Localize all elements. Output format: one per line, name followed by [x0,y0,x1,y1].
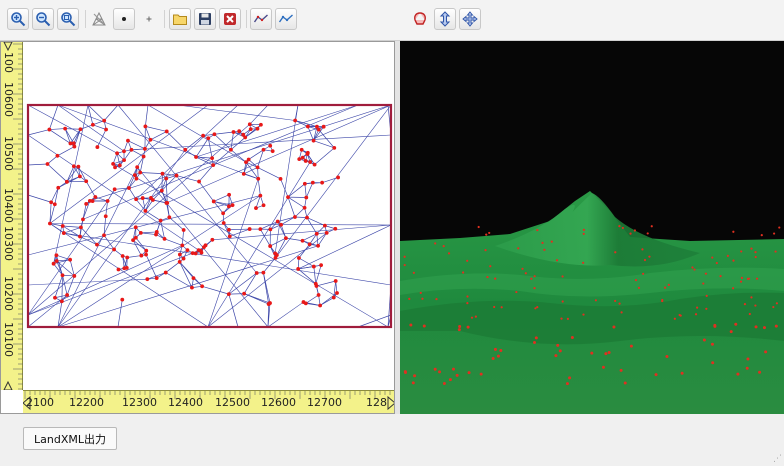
y-ruler-label: 100 [2,52,15,73]
x-ruler-label: 12400 [168,396,203,409]
point-large-button[interactable] [113,8,135,30]
ruler-corner [1,390,23,413]
vertical-move-button[interactable] [434,8,456,30]
vertical-ruler: 100 10600 10500 10400 10300 10200 10100 [1,42,23,390]
delete-x-icon [224,13,236,25]
line-chart-blue-icon [278,14,293,23]
landxml-export-button[interactable]: LandXML出力 [23,427,117,450]
updown-arrow-icon [439,11,451,27]
x-ruler-label: 12700 [307,396,342,409]
save-button[interactable] [194,8,216,30]
zoom-in-button[interactable] [7,8,29,30]
x-ruler-label: 12200 [69,396,104,409]
x-ruler-label: 128 [366,396,387,409]
y-ruler-label: 10500 [2,136,15,171]
tin-tool-button[interactable] [88,8,110,30]
y-ruler-label: 10400 [2,188,15,223]
tin-icon [92,11,106,26]
y-ruler-label: 10200 [2,276,15,311]
y-ruler-label: 10600 [2,82,15,117]
x-ruler-label: 12600 [261,396,296,409]
y-ruler-label: 10100 [2,322,15,357]
polyline-button[interactable] [250,8,272,30]
plan-view-panel[interactable]: 100 10600 10500 10400 10300 10200 10100 … [0,41,395,414]
terrain-3d-canvas[interactable] [400,41,784,414]
tin-plan-canvas[interactable] [23,42,395,390]
bottom-bar: LandXML出力 ⋰ [0,414,784,466]
delete-button[interactable] [219,8,241,30]
polyline-alt-button[interactable] [275,8,297,30]
line-chart-red-icon [253,14,268,23]
zoom-fit-icon [61,12,76,27]
plus-icon [146,16,152,22]
resize-grip-icon[interactable]: ⋰ [773,454,782,464]
rotate-icon [414,12,426,25]
rotate-button[interactable] [409,8,431,30]
pan-button[interactable] [459,8,481,30]
zoom-in-icon [11,12,26,27]
zoom-out-icon [36,12,51,27]
point-small-button[interactable] [138,8,160,30]
toolbar [0,0,784,41]
floppy-icon [199,13,211,25]
terrain-3d-view[interactable] [400,41,784,414]
x-ruler-label: 2100 [26,396,54,409]
open-button[interactable] [169,8,191,30]
x-ruler-label: 12500 [215,396,250,409]
y-ruler-label: 10300 [2,226,15,261]
zoom-out-button[interactable] [32,8,54,30]
dot-icon [122,17,126,21]
horizontal-ruler: 2100 12200 12300 12400 12500 12600 12700… [23,390,394,413]
folder-icon [173,14,187,25]
zoom-fit-button[interactable] [57,8,79,30]
cross-arrow-icon [462,11,478,27]
x-ruler-label: 12300 [122,396,157,409]
